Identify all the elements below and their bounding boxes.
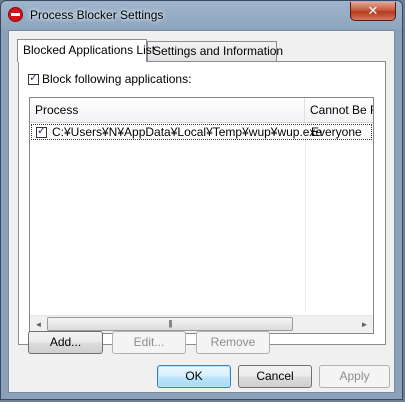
list-item-process: C:¥Users¥N¥AppData¥Local¥Temp¥wup¥wup.ex… xyxy=(52,125,323,139)
blocked-applications-list[interactable]: Process Cannot Be Run By C:¥Users¥N¥AppD… xyxy=(29,97,374,334)
list-item-checkbox[interactable] xyxy=(36,124,47,138)
dialog-client-area: Blocked Applications List Settings and I… xyxy=(8,30,395,393)
remove-button[interactable]: Remove xyxy=(196,331,270,354)
column-header-cannot-be-run-by[interactable]: Cannot Be Run By xyxy=(305,98,373,122)
column-header-process[interactable]: Process xyxy=(30,98,305,122)
block-applications-option[interactable]: Block following applications: xyxy=(28,71,192,86)
list-item-user: Everyone xyxy=(311,125,362,139)
window-title: Process Blocker Settings xyxy=(30,8,164,22)
scroll-right-icon[interactable]: ► xyxy=(356,316,373,333)
apply-button[interactable]: Apply xyxy=(319,365,390,388)
stop-icon xyxy=(8,7,23,22)
close-button[interactable]: ✕ xyxy=(350,2,396,21)
dialog-window: Process Blocker Settings ✕ Blocked Appli… xyxy=(0,0,403,400)
list-header: Process Cannot Be Run By xyxy=(30,98,373,123)
column-divider xyxy=(305,122,306,312)
tab-settings-and-information[interactable]: Settings and Information xyxy=(147,41,283,61)
scroll-thumb[interactable]: ||| xyxy=(47,317,293,331)
cancel-button[interactable]: Cancel xyxy=(238,365,312,388)
title-bar[interactable]: Process Blocker Settings ✕ xyxy=(1,1,402,29)
block-applications-checkbox[interactable] xyxy=(28,71,39,86)
list-item[interactable]: C:¥Users¥N¥AppData¥Local¥Temp¥wup¥wup.ex… xyxy=(31,124,372,140)
ok-button[interactable]: OK xyxy=(157,365,231,388)
tab-panel: Block following applications: Process Ca… xyxy=(18,61,386,345)
add-button[interactable]: Add... xyxy=(28,331,103,354)
block-applications-label: Block following applications: xyxy=(42,72,192,86)
edit-button[interactable]: Edit... xyxy=(112,331,186,354)
tab-blocked-applications-list[interactable]: Blocked Applications List xyxy=(17,39,155,62)
